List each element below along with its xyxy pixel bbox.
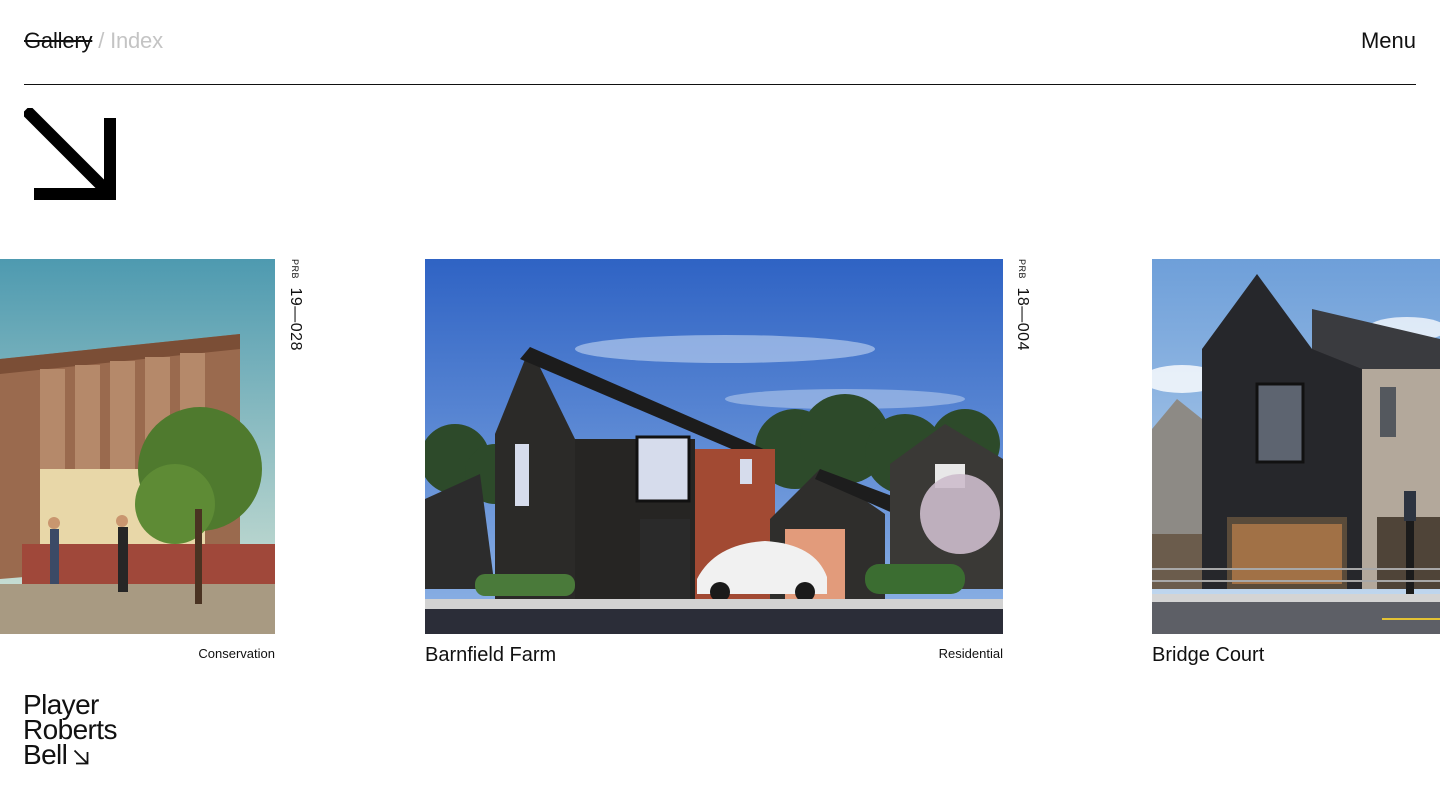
project-category: Residential xyxy=(938,646,1003,661)
nav-gallery-link[interactable]: Gallery xyxy=(24,28,92,53)
project-image-conservation[interactable] xyxy=(0,259,275,634)
project-category: Conservation xyxy=(198,646,275,661)
menu-button[interactable]: Menu xyxy=(1361,28,1416,54)
arrow-down-right-icon xyxy=(74,749,89,765)
project-image-barnfield-farm[interactable] xyxy=(425,259,1003,634)
nav-index-link[interactable]: Index xyxy=(110,28,163,53)
site-header: Gallery / Index Menu xyxy=(24,0,1416,85)
project-code: PRB 19—028 xyxy=(286,259,304,351)
nav-separator: / xyxy=(98,28,105,53)
site-logo[interactable]: Player Roberts Bell xyxy=(23,691,117,770)
project-code-prefix: PRB xyxy=(1017,259,1027,280)
project-code-number: 19—028 xyxy=(287,287,304,351)
project-code-number: 18—004 xyxy=(1014,287,1031,351)
project-code-prefix: PRB xyxy=(290,259,300,280)
project-title[interactable]: Bridge Court xyxy=(1152,644,1264,667)
project-image-bridge-court[interactable] xyxy=(1152,259,1440,634)
project-title[interactable]: Barnfield Farm xyxy=(425,644,556,667)
project-code: PRB 18—004 xyxy=(1013,259,1031,351)
arrow-down-right-icon xyxy=(24,108,116,200)
view-switcher: Gallery / Index xyxy=(24,28,163,54)
logo-line-bell: Bell xyxy=(23,739,68,770)
